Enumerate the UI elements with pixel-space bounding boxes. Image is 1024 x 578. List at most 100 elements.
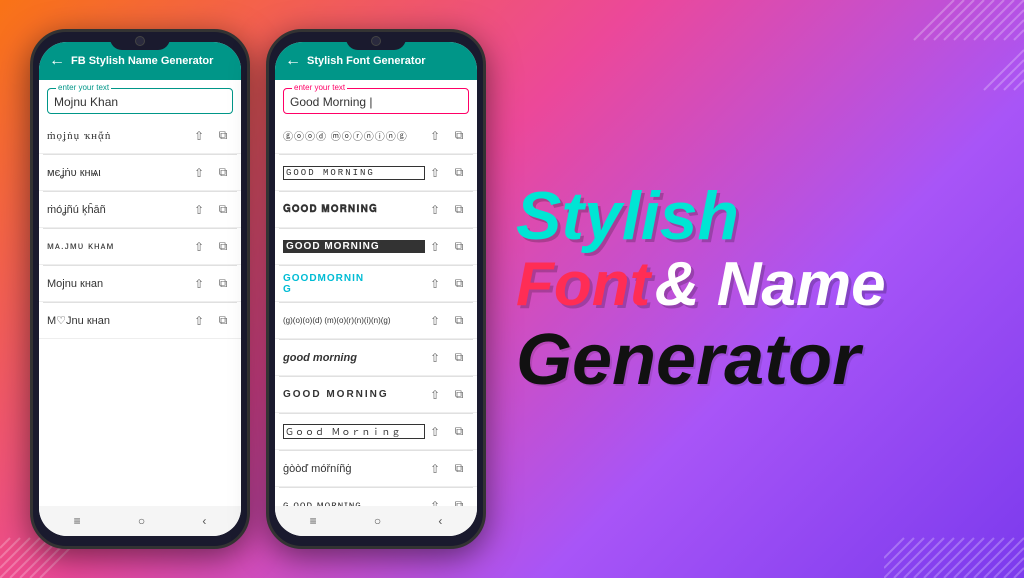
font2-8-actions: ⇧ ⧉	[425, 385, 469, 405]
copy2-icon-3[interactable]: ⧉	[449, 200, 469, 220]
copy2-icon-8[interactable]: ⧉	[449, 385, 469, 405]
share2-icon-8[interactable]: ⇧	[425, 385, 445, 405]
share2-icon-9[interactable]: ⇧	[425, 422, 445, 442]
font2-text-9: Ｇｏｏｄ Ｍｏｒｎｉｎｇ	[283, 424, 425, 439]
font-4-actions: ⇧ ⧉	[189, 237, 233, 257]
font2-text-6: (g)(o)(o)(d) (m)(o)(r)(n)(i)(n)(g)	[283, 316, 425, 325]
phone-2-title: Stylish Font Generator	[307, 55, 426, 67]
share2-icon-10[interactable]: ⇧	[425, 459, 445, 479]
back-icon-2[interactable]: ‹	[438, 514, 442, 528]
phone-1-input-label: enter your text	[56, 83, 111, 92]
font2-text-10: ġòòď móřníñġ	[283, 463, 425, 475]
font2-9-actions: ⇧ ⧉	[425, 422, 469, 442]
font2-text-1: ⓖⓞⓞⓓ ⓜⓞⓡⓝⓘⓝⓖ	[283, 128, 425, 143]
font2-text-8: GOOD MORNING	[283, 389, 425, 400]
font2-4-actions: ⇧ ⧉	[425, 237, 469, 257]
copy2-icon-7[interactable]: ⧉	[449, 348, 469, 368]
headline-stylish: Stylish	[516, 182, 994, 250]
menu-icon-1[interactable]: ≡	[74, 514, 81, 528]
list-item: ġòòď móřníñġ ⇧ ⧉	[275, 451, 477, 487]
copy-icon-4[interactable]: ⧉	[213, 237, 233, 257]
phone-1-input-wrapper: enter your text Mojnu Khan	[47, 88, 233, 114]
copy2-icon-5[interactable]: ⧉	[449, 274, 469, 294]
font-6-actions: ⇧ ⧉	[189, 311, 233, 331]
list-item: (g)(o)(o)(d) (m)(o)(r)(n)(i)(n)(g) ⇧ ⧉	[275, 303, 477, 339]
share2-icon-4[interactable]: ⇧	[425, 237, 445, 257]
list-item: GOOD MORNING ⇧ ⧉	[275, 155, 477, 191]
copy2-icon-9[interactable]: ⧉	[449, 422, 469, 442]
list-item: ⓖⓞⓞⓓ ⓜⓞⓡⓝⓘⓝⓖ ⇧ ⧉	[275, 118, 477, 154]
list-item: good morning ⇧ ⧉	[275, 340, 477, 376]
share-icon-5[interactable]: ⇧	[189, 274, 209, 294]
phone-1: ← FB Stylish Name Generator enter your t…	[30, 29, 250, 549]
share2-icon-11[interactable]: ⇧	[425, 496, 445, 507]
copy2-icon-6[interactable]: ⧉	[449, 311, 469, 331]
font2-text-2: GOOD MORNING	[283, 166, 425, 180]
font2-text-5: GOODMORNING	[283, 273, 425, 295]
share2-icon-2[interactable]: ⇧	[425, 163, 445, 183]
phone-1-input-value[interactable]: Mojnu Khan	[54, 93, 226, 109]
share2-icon-1[interactable]: ⇧	[425, 126, 445, 146]
copy2-icon-1[interactable]: ⧉	[449, 126, 469, 146]
list-item: GOOD MORNING ⇧ ⧉	[275, 229, 477, 265]
phone-1-camera	[135, 36, 145, 46]
font2-5-actions: ⇧ ⧉	[425, 274, 469, 294]
back-icon-1[interactable]: ‹	[202, 514, 206, 528]
phone-1-screen: ← FB Stylish Name Generator enter your t…	[39, 42, 241, 536]
font-text-6: M♡Jnu кнan	[47, 314, 189, 327]
list-item: 𝐆𝐎𝐎𝐃 𝐌𝐎𝐑𝐍𝐈𝐍𝐆 ⇧ ⧉	[275, 192, 477, 228]
copy2-icon-2[interactable]: ⧉	[449, 163, 469, 183]
font2-6-actions: ⇧ ⧉	[425, 311, 469, 331]
list-item: ṁóʝñú ķĥāñ ⇧ ⧉	[39, 192, 241, 228]
phone-2-input-area: enter your text Good Morning |	[275, 80, 477, 118]
font2-1-actions: ⇧ ⧉	[425, 126, 469, 146]
copy-icon-6[interactable]: ⧉	[213, 311, 233, 331]
font-text-5: Mojnu кнan	[47, 278, 189, 290]
headline-font: Font	[516, 250, 650, 319]
share-icon-4[interactable]: ⇧	[189, 237, 209, 257]
main-container: ← FB Stylish Name Generator enter your t…	[0, 0, 1024, 578]
phone-2-screen: ← Stylish Font Generator enter your text…	[275, 42, 477, 536]
phone-2-input-label: enter your text	[292, 83, 347, 92]
share2-icon-5[interactable]: ⇧	[425, 274, 445, 294]
list-item: ᴍᴀ.ᴊᴍᴜ ᴋʜᴀᴍ ⇧ ⧉	[39, 229, 241, 265]
list-item: Mojnu кнan ⇧ ⧉	[39, 266, 241, 302]
font-text-4: ᴍᴀ.ᴊᴍᴜ ᴋʜᴀᴍ	[47, 241, 189, 252]
phone-2-input-value[interactable]: Good Morning |	[290, 93, 462, 109]
headline-row2: Font & Name	[516, 254, 994, 316]
phone-2-back-arrow[interactable]: ←	[285, 52, 301, 70]
copy-icon-2[interactable]: ⧉	[213, 163, 233, 183]
list-item: ṁọʝṅụ ҡнᾄṅ ⇧ ⧉	[39, 118, 241, 154]
font2-text-7: good morning	[283, 352, 425, 364]
list-item: M♡Jnu кнan ⇧ ⧉	[39, 303, 241, 339]
copy-icon-3[interactable]: ⧉	[213, 200, 233, 220]
share-icon-6[interactable]: ⇧	[189, 311, 209, 331]
share2-icon-3[interactable]: ⇧	[425, 200, 445, 220]
copy2-icon-4[interactable]: ⧉	[449, 237, 469, 257]
font-text-1: ṁọʝṅụ ҡнᾄṅ	[47, 130, 189, 142]
share2-icon-7[interactable]: ⇧	[425, 348, 445, 368]
list-item: Ｇｏｏｄ Ｍｏｒｎｉｎｇ ⇧ ⧉	[275, 414, 477, 450]
home-icon-2[interactable]: ○	[374, 514, 381, 528]
share2-icon-6[interactable]: ⇧	[425, 311, 445, 331]
home-icon-1[interactable]: ○	[138, 514, 145, 528]
phone-1-title: FB Stylish Name Generator	[71, 55, 213, 67]
font2-text-4: GOOD MORNING	[283, 240, 425, 253]
phone-1-font-list: ṁọʝṅụ ҡнᾄṅ ⇧ ⧉ мєʝṅυ кнѩι ⇧ ⧉	[39, 118, 241, 506]
share-icon-2[interactable]: ⇧	[189, 163, 209, 183]
copy-icon-5[interactable]: ⧉	[213, 274, 233, 294]
share-icon-3[interactable]: ⇧	[189, 200, 209, 220]
list-item: ɢ ᴏᴏᴅ ᴍᴏʀɴɪɴɢ ⇧ ⧉	[275, 488, 477, 506]
phone-1-back-arrow[interactable]: ←	[49, 52, 65, 70]
text-section: Stylish Font & Name Generator	[506, 0, 1024, 578]
copy2-icon-11[interactable]: ⧉	[449, 496, 469, 507]
copy-icon-1[interactable]: ⧉	[213, 126, 233, 146]
font2-7-actions: ⇧ ⧉	[425, 348, 469, 368]
font-text-3: ṁóʝñú ķĥāñ	[47, 204, 189, 216]
share-icon-1[interactable]: ⇧	[189, 126, 209, 146]
menu-icon-2[interactable]: ≡	[310, 514, 317, 528]
list-item: GOODMORNING ⇧ ⧉	[275, 266, 477, 302]
list-item: мєʝṅυ кнѩι ⇧ ⧉	[39, 155, 241, 191]
phone-1-bottom-nav: ≡ ○ ‹	[39, 506, 241, 536]
copy2-icon-10[interactable]: ⧉	[449, 459, 469, 479]
